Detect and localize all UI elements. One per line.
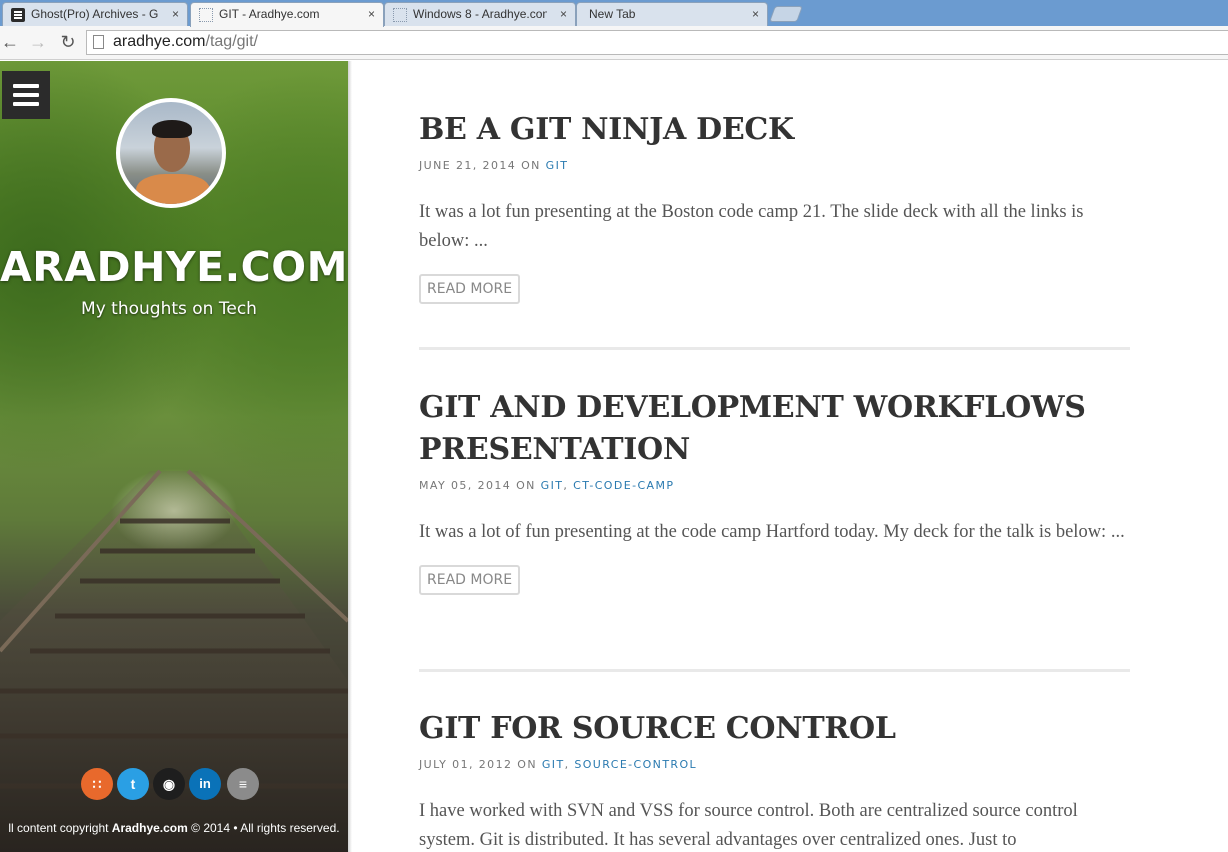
post-excerpt: It was a lot of fun presenting at the co… bbox=[419, 522, 1125, 542]
post-card: GIT FOR SOURCE CONTROL JULY 01, 2012 ON … bbox=[419, 708, 1130, 852]
post-date: JULY 01, 2012 bbox=[419, 758, 513, 771]
url-domain: aradhye.com bbox=[113, 33, 206, 50]
menu-button[interactable] bbox=[2, 71, 50, 119]
new-tab-button[interactable] bbox=[769, 6, 803, 22]
tab-git-aradhye[interactable]: GIT - Aradhye.com × bbox=[190, 2, 384, 27]
read-more-button[interactable]: READ MORE bbox=[419, 274, 521, 304]
forward-arrow-icon[interactable]: → bbox=[28, 32, 48, 52]
read-more-button[interactable]: READ MORE bbox=[419, 565, 521, 595]
close-icon[interactable]: × bbox=[560, 7, 567, 21]
linkedin-icon[interactable]: in bbox=[189, 768, 221, 800]
post-card: GIT AND DEVELOPMENT WORKFLOWS PRESENTATI… bbox=[419, 387, 1130, 595]
site-title[interactable]: ARADHYE.COM bbox=[0, 243, 347, 291]
github-icon[interactable]: ◉ bbox=[153, 768, 185, 800]
back-arrow-icon[interactable]: ← bbox=[0, 32, 20, 52]
post-excerpt: It was a lot fun presenting at the Bosto… bbox=[419, 202, 1084, 251]
close-icon[interactable]: × bbox=[172, 7, 179, 21]
page-icon bbox=[93, 35, 104, 49]
twitter-icon[interactable]: t bbox=[117, 768, 149, 800]
tab-strip: Ghost(Pro) Archives - Gho × GIT - Aradhy… bbox=[0, 0, 1228, 27]
sidebar-cover: ARADHYE.COM My thoughts on Tech ∷ t ◉ in… bbox=[0, 61, 348, 852]
hamburger-bar bbox=[13, 102, 39, 106]
post-title[interactable]: BE A GIT NINJA DECK bbox=[419, 109, 1130, 151]
browser-toolbar: ← → ↻ aradhye.com/tag/git/ bbox=[0, 26, 1228, 60]
post-tag-link[interactable]: SOURCE-CONTROL bbox=[574, 758, 697, 771]
post-date: MAY 05, 2014 bbox=[419, 479, 512, 492]
post-excerpt: I have worked with SVN and VSS for sourc… bbox=[419, 801, 1078, 850]
close-icon[interactable]: × bbox=[368, 7, 375, 21]
copyright-footer: ll content copyright Aradhye.com © 2014 … bbox=[8, 821, 340, 835]
post-divider bbox=[419, 347, 1130, 350]
post-title[interactable]: GIT AND DEVELOPMENT WORKFLOWS PRESENTATI… bbox=[419, 387, 1130, 471]
rss-icon[interactable]: ∷ bbox=[81, 768, 113, 800]
post-tag-link[interactable]: GIT bbox=[546, 159, 569, 172]
reload-icon[interactable]: ↻ bbox=[58, 32, 78, 52]
page-favicon-icon bbox=[199, 8, 213, 22]
tab-title: Windows 8 - Aradhye.con bbox=[413, 7, 547, 21]
tab-title: Ghost(Pro) Archives - Gho bbox=[31, 7, 159, 21]
tab-windows-8[interactable]: Windows 8 - Aradhye.con × bbox=[384, 2, 576, 26]
url-path: /tag/git/ bbox=[205, 33, 258, 50]
post-tag-link[interactable]: GIT bbox=[541, 479, 564, 492]
author-avatar[interactable] bbox=[116, 98, 226, 208]
post-date: JUNE 21, 2014 bbox=[419, 159, 517, 172]
hamburger-bar bbox=[13, 93, 39, 97]
close-icon[interactable]: × bbox=[752, 7, 759, 21]
page-favicon-icon bbox=[393, 8, 407, 22]
site-tagline: My thoughts on Tech bbox=[81, 299, 257, 319]
post-list: BE A GIT NINJA DECK JUNE 21, 2014 ON GIT… bbox=[352, 61, 1228, 852]
copyright-brand[interactable]: Aradhye.com bbox=[112, 821, 188, 835]
post-divider bbox=[419, 669, 1130, 672]
address-bar[interactable]: aradhye.com/tag/git/ bbox=[86, 30, 1228, 55]
post-meta: MAY 05, 2014 ON GIT, CT-CODE-CAMP bbox=[419, 479, 675, 492]
post-meta: JUNE 21, 2014 ON GIT bbox=[419, 159, 569, 172]
tab-title: GIT - Aradhye.com bbox=[219, 7, 320, 21]
tab-new-tab[interactable]: New Tab × bbox=[576, 2, 768, 26]
tab-title: New Tab bbox=[589, 7, 636, 21]
post-tag-link[interactable]: GIT bbox=[542, 758, 565, 771]
post-card: BE A GIT NINJA DECK JUNE 21, 2014 ON GIT… bbox=[419, 109, 1130, 304]
hamburger-bar bbox=[13, 84, 39, 88]
tab-ghost-archives[interactable]: Ghost(Pro) Archives - Gho × bbox=[2, 2, 188, 26]
post-tag-link[interactable]: CT-CODE-CAMP bbox=[573, 479, 674, 492]
address-url[interactable]: aradhye.com/tag/git/ bbox=[113, 33, 258, 51]
post-meta: JULY 01, 2012 ON GIT, SOURCE-CONTROL bbox=[419, 758, 698, 771]
post-title[interactable]: GIT FOR SOURCE CONTROL bbox=[419, 708, 1130, 750]
ghost-favicon-icon bbox=[11, 8, 25, 22]
stackoverflow-icon[interactable]: ≡ bbox=[227, 768, 259, 800]
